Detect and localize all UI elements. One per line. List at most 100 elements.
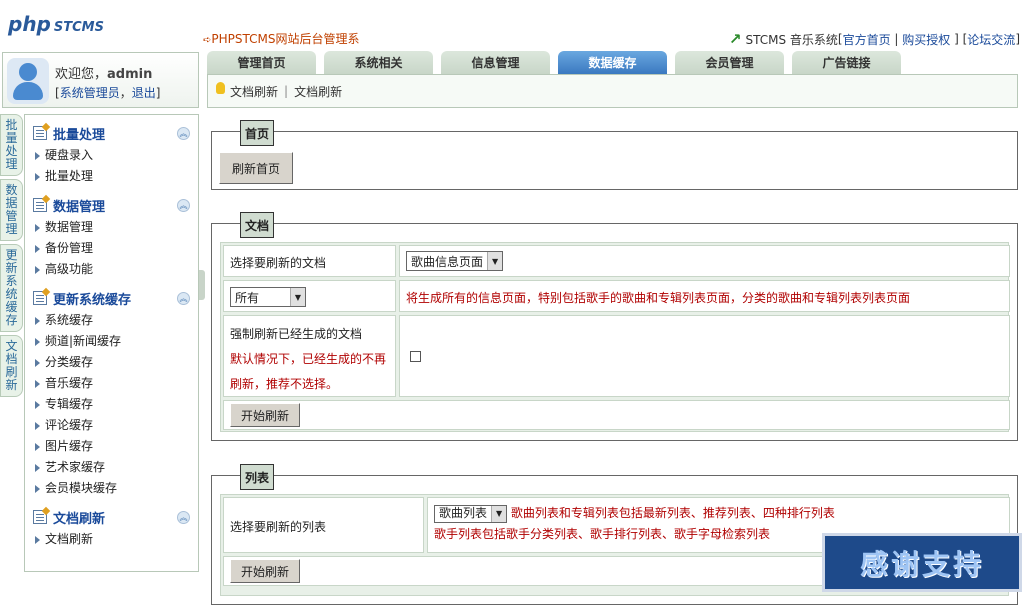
sidebar-item-doc-refresh[interactable]: 文档刷新 — [25, 529, 198, 550]
sidebar-item-comment-cache[interactable]: 评论缓存 — [25, 415, 198, 436]
document-edit-icon — [33, 291, 47, 305]
doc-type-select[interactable]: 歌曲信息页面 ▼ — [406, 251, 504, 271]
panel-docs-body: 选择要刷新的文档 歌曲信息页面 ▼ 所有 ▼ 将生成所有的信息页面，特别包括歌手… — [220, 242, 1010, 432]
avatar — [7, 58, 49, 104]
list-select-label: 选择要刷新的列表 — [230, 520, 327, 534]
triangle-right-icon — [35, 151, 40, 160]
panel-docs: 文档 选择要刷新的文档 歌曲信息页面 ▼ 所有 ▼ 将生成所有的信息页面，特别包… — [211, 212, 1018, 441]
sidebar-item-music-cache[interactable]: 音乐缓存 — [25, 373, 198, 394]
force-label: 强制刷新已经生成的文档 — [230, 327, 363, 341]
sidebar-group-data[interactable]: 数据管理 ︽ — [25, 193, 198, 217]
tab-data-cache[interactable]: 数据缓存 — [558, 51, 667, 74]
force-note: 默认情况下，已经生成的不再刷新，推荐不选择。 — [230, 352, 387, 391]
thanks-banner: 感谢支持 — [822, 533, 1022, 592]
vtab-docs[interactable]: 文档刷新 — [0, 335, 23, 397]
scope-select[interactable]: 所有 ▼ — [230, 287, 306, 307]
sidebar-item-batch[interactable]: 批量处理 — [25, 166, 198, 187]
dropdown-arrow-icon: ▼ — [290, 288, 305, 306]
doc-button-cell: 开始刷新 — [223, 400, 1010, 430]
sidebar-item-disk-import[interactable]: 硬盘录入 — [25, 145, 198, 166]
tab-home[interactable]: 管理首页 — [207, 51, 316, 74]
dropdown-arrow-icon: ▼ — [487, 252, 503, 270]
sidebar-group-cache[interactable]: 更新系统缓存 ︽ — [25, 286, 198, 310]
collapse-up-icon[interactable]: ︽ — [177, 510, 190, 524]
triangle-right-icon — [35, 400, 40, 409]
sidebar-group-batch[interactable]: 批量处理 ︽ — [25, 121, 198, 145]
logo-stcms: STCMS — [53, 20, 104, 35]
logo-php: php — [8, 12, 51, 36]
sidebar-item-image-cache[interactable]: 图片缓存 — [25, 436, 198, 457]
welcome-text: 欢迎您，admin — [55, 67, 153, 82]
sidebar: 批量处理 ︽ 硬盘录入 批量处理 数据管理 ︽ 数据管理 备份管理 高级功能 更… — [24, 114, 199, 572]
force-refresh-checkbox[interactable] — [410, 351, 421, 362]
list-type-select[interactable]: 歌曲列表 ▼ — [434, 504, 508, 523]
triangle-right-icon — [35, 358, 40, 367]
document-edit-icon — [33, 198, 47, 212]
triangle-right-icon — [35, 463, 40, 472]
tab-ads[interactable]: 广告链接 — [792, 51, 901, 74]
sidebar-item-channel-cache[interactable]: 频道|新闻缓存 — [25, 331, 198, 352]
system-name: STCMS 音乐系统 — [745, 32, 838, 47]
panel-docs-legend: 文档 — [240, 212, 275, 238]
username: admin — [107, 67, 153, 82]
dropdown-arrow-icon: ▼ — [491, 505, 507, 522]
site-title-text: PHPSTCMS网站后台管理系 — [211, 32, 360, 46]
breadcrumb: 文档刷新 | 文档刷新 — [207, 74, 1018, 108]
triangle-right-icon — [35, 442, 40, 451]
vtab-cache[interactable]: 更新系统缓存 — [0, 244, 23, 332]
collapse-up-icon[interactable]: ︽ — [177, 198, 190, 212]
start-refresh-list-button[interactable]: 开始刷新 — [230, 559, 301, 583]
sidebar-item-category-cache[interactable]: 分类缓存 — [25, 352, 198, 373]
sidebar-item-system-cache[interactable]: 系统缓存 — [25, 310, 198, 331]
tab-info[interactable]: 信息管理 — [441, 51, 550, 74]
triangle-right-icon — [35, 265, 40, 274]
go-arrow-icon: ↗ — [728, 30, 742, 48]
triangle-right-icon — [35, 316, 40, 325]
breadcrumb-item[interactable]: 文档刷新 — [294, 83, 342, 100]
collapse-up-icon[interactable]: ︽ — [177, 291, 190, 305]
sidebar-item-advanced[interactable]: 高级功能 — [25, 259, 198, 280]
doc-select-label-cell: 选择要刷新的文档 — [223, 245, 396, 277]
tab-members[interactable]: 会员管理 — [675, 51, 784, 74]
site-title: ➪PHPSTCMS网站后台管理系 — [203, 30, 359, 47]
sidebar-group-docs[interactable]: 文档刷新 ︽ — [25, 505, 198, 529]
triangle-right-icon — [35, 337, 40, 346]
sidebar-item-album-cache[interactable]: 专辑缓存 — [25, 394, 198, 415]
vtab-data[interactable]: 数据管理 — [0, 179, 23, 241]
list-note-1: 歌曲列表和专辑列表包括最新列表、推荐列表、四种排行列表 — [510, 506, 835, 520]
triangle-right-icon — [35, 421, 40, 430]
top-links: ↗ STCMS 音乐系统 [ 官方首页 | 购买授权 ] [ 论坛交流 ] — [728, 30, 1020, 48]
scope-note-cell: 将生成所有的信息页面，特别包括歌手的歌曲和专辑列表页面，分类的歌曲和专辑列表列表… — [399, 280, 1010, 312]
admin-role-link[interactable]: 系统管理员 — [60, 86, 120, 100]
triangle-right-icon — [35, 223, 40, 232]
start-refresh-docs-button[interactable]: 开始刷新 — [230, 403, 301, 427]
document-edit-icon — [33, 126, 47, 140]
buy-license-link[interactable]: 购买授权 — [902, 31, 950, 48]
vtab-batch[interactable]: 批量处理 — [0, 114, 23, 176]
thanks-text: 感谢支持 — [859, 547, 984, 581]
collapse-up-icon[interactable]: ︽ — [177, 126, 190, 140]
scope-select-cell: 所有 ▼ — [223, 280, 396, 312]
breadcrumb-item[interactable]: 文档刷新 — [230, 83, 278, 100]
vertical-tabs: 批量处理 数据管理 更新系统缓存 文档刷新 — [0, 114, 23, 400]
triangle-right-icon — [35, 484, 40, 493]
user-links: [系统管理员，退出] — [55, 86, 161, 100]
sidebar-item-member-cache[interactable]: 会员模块缓存 — [25, 478, 198, 499]
panel-home-legend: 首页 — [240, 120, 275, 146]
triangle-right-icon — [35, 535, 40, 544]
panel-home: 首页 刷新首页 — [211, 120, 1018, 190]
force-checkbox-cell — [399, 315, 1010, 397]
forum-link[interactable]: 论坛交流 — [967, 31, 1015, 48]
sidebar-item-backup[interactable]: 备份管理 — [25, 238, 198, 259]
logout-link[interactable]: 退出 — [132, 86, 156, 100]
main-tabs: 管理首页 系统相关 信息管理 数据缓存 会员管理 广告链接 — [207, 51, 909, 74]
sidebar-item-data-manage[interactable]: 数据管理 — [25, 217, 198, 238]
triangle-right-icon — [35, 379, 40, 388]
force-label-cell: 强制刷新已经生成的文档 默认情况下，已经生成的不再刷新，推荐不选择。 — [223, 315, 396, 397]
sidebar-collapse-handle[interactable] — [199, 270, 205, 300]
refresh-home-button[interactable]: 刷新首页 — [219, 152, 294, 184]
document-edit-icon — [33, 510, 47, 524]
tab-system[interactable]: 系统相关 — [324, 51, 433, 74]
official-home-link[interactable]: 官方首页 — [843, 31, 891, 48]
sidebar-item-artist-cache[interactable]: 艺术家缓存 — [25, 457, 198, 478]
